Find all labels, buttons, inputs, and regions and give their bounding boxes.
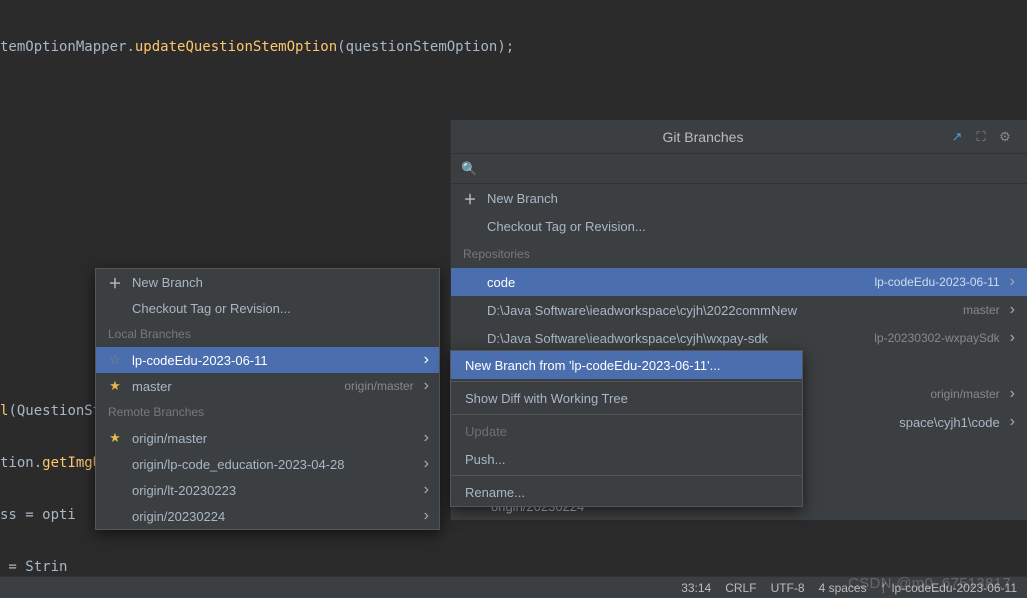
status-bar: 33:14 CRLF UTF-8 4 spaces ᚶ lp-codeEdu-2…	[0, 576, 1027, 598]
star-icon: ★	[108, 378, 122, 394]
chevron-right-icon	[424, 455, 429, 473]
repo-item[interactable]: D:\Java Software\ieadworkspace\cyjh\wxpa…	[451, 324, 1027, 352]
chevron-right-icon	[1010, 273, 1015, 291]
search-row[interactable]: 🔍	[451, 154, 1027, 184]
remote-branch-item[interactable]: origin/20230224	[96, 503, 439, 529]
chevron-right-icon	[424, 351, 429, 369]
checkout-tag-menuitem[interactable]: Checkout Tag or Revision...	[96, 295, 439, 321]
git-branch-icon: ᚶ	[881, 581, 888, 595]
chevron-right-icon	[1010, 301, 1015, 319]
repo-item-selected[interactable]: code lp-codeEdu-2023-06-11	[451, 268, 1027, 296]
plus-icon: ＋	[108, 273, 122, 292]
branches-context-menu: ＋ New Branch Checkout Tag or Revision...…	[95, 268, 440, 530]
repo-item[interactable]: D:\Java Software\ieadworkspace\cyjh\2022…	[451, 296, 1027, 324]
chevron-right-icon	[1010, 385, 1015, 403]
chevron-right-icon	[1010, 413, 1015, 431]
plus-icon: ＋	[463, 189, 477, 208]
show-diff-menuitem[interactable]: Show Diff with Working Tree	[451, 384, 802, 412]
panel-title: Git Branches	[461, 129, 945, 145]
gear-icon[interactable]: ⚙	[993, 125, 1017, 149]
status-encoding[interactable]: UTF-8	[771, 581, 805, 595]
remote-branch-item[interactable]: ★ origin/master	[96, 425, 439, 451]
branch-action-submenu: New Branch from 'lp-codeEdu-2023-06-11'.…	[450, 350, 803, 507]
star-outline-icon: ☆	[108, 352, 122, 368]
chevron-right-icon	[424, 429, 429, 447]
status-lineending[interactable]: CRLF	[725, 581, 756, 595]
rename-menuitem[interactable]: Rename...	[451, 478, 802, 506]
new-branch-menuitem[interactable]: ＋ New Branch	[96, 269, 439, 295]
remote-branch-item[interactable]: origin/lt-20230223	[96, 477, 439, 503]
status-git-branch[interactable]: ᚶ lp-codeEdu-2023-06-11	[881, 581, 1017, 595]
star-icon: ★	[108, 430, 122, 446]
pin-icon[interactable]: ↗	[945, 125, 969, 149]
code-line: = Strin	[0, 554, 1027, 576]
local-branches-header: Local Branches	[96, 321, 439, 347]
branch-search-input[interactable]	[483, 161, 1017, 176]
new-branch-menuitem[interactable]: ＋ New Branch	[451, 184, 1027, 212]
push-menuitem[interactable]: Push...	[451, 445, 802, 473]
local-branch-item-selected[interactable]: ☆ lp-codeEdu-2023-06-11	[96, 347, 439, 373]
chevron-right-icon	[424, 481, 429, 499]
status-position[interactable]: 33:14	[681, 581, 711, 595]
code-line: temOptionMapper.updateQuestionStemOption…	[0, 34, 1027, 60]
chevron-right-icon	[424, 377, 429, 395]
chevron-right-icon	[1010, 329, 1015, 347]
chevron-right-icon	[424, 507, 429, 525]
search-icon: 🔍	[461, 161, 477, 177]
expand-icon[interactable]: ⛶	[969, 125, 993, 149]
remote-branch-item[interactable]: origin/lp-code_education-2023-04-28	[96, 451, 439, 477]
local-branch-item-master[interactable]: ★ master origin/master	[96, 373, 439, 399]
update-menuitem: Update	[451, 417, 802, 445]
new-branch-from-menuitem[interactable]: New Branch from 'lp-codeEdu-2023-06-11'.…	[451, 351, 802, 379]
remote-branches-header: Remote Branches	[96, 399, 439, 425]
checkout-tag-menuitem[interactable]: Checkout Tag or Revision...	[451, 212, 1027, 240]
repositories-header: Repositories	[451, 240, 1027, 268]
panel-header: Git Branches ↗ ⛶ ⚙	[451, 120, 1027, 154]
status-indent[interactable]: 4 spaces	[819, 581, 867, 595]
